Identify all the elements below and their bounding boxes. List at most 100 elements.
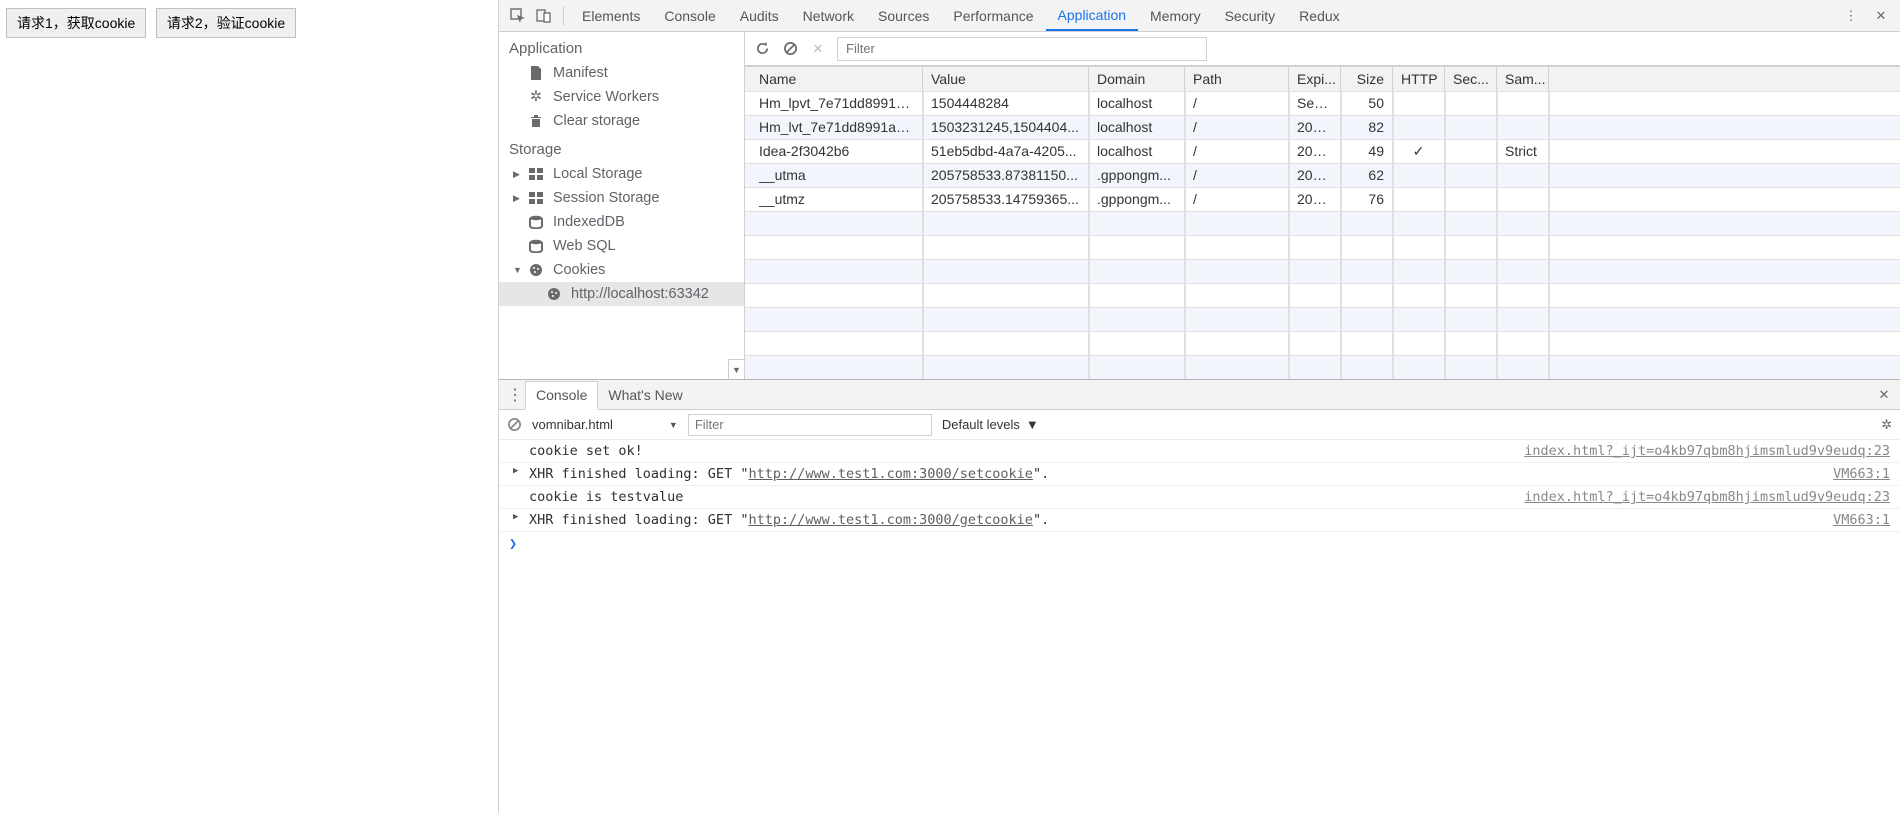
drawer-tabbar: ⋮ Console What's New ✕: [499, 380, 1900, 410]
table-row[interactable]: Idea-2f3042b651eb5dbd-4a7a-4205...localh…: [745, 140, 1900, 164]
request1-button[interactable]: 请求1，获取cookie: [6, 8, 146, 38]
console-prompt[interactable]: ❯: [499, 532, 1900, 556]
table-row[interactable]: __utmz205758533.14759365....gppongm.../2…: [745, 188, 1900, 212]
console-message: ▶XHR finished loading: GET "http://www.t…: [529, 466, 1821, 482]
close-devtools-icon[interactable]: ✕: [1868, 3, 1894, 29]
column-header[interactable]: Path: [1185, 67, 1289, 91]
sidebar-item-clear-storage[interactable]: Clear storage: [499, 109, 744, 133]
table-row[interactable]: Hm_lvt_7e71dd8991a7...1503231245,1504404…: [745, 116, 1900, 140]
devtools-panel: ElementsConsoleAuditsNetworkSourcesPerfo…: [498, 0, 1900, 813]
column-header[interactable]: HTTP: [1393, 67, 1445, 91]
console-context-selector[interactable]: vomnibar.html ▼: [532, 417, 678, 432]
tab-redux[interactable]: Redux: [1287, 0, 1351, 31]
column-header[interactable]: Expi...: [1289, 67, 1341, 91]
column-header[interactable]: Name: [745, 67, 923, 91]
cell-same: [1497, 188, 1549, 211]
more-menu-icon[interactable]: ⋮: [1838, 3, 1864, 29]
drawer-close-icon[interactable]: ✕: [1874, 387, 1894, 403]
tab-elements[interactable]: Elements: [570, 0, 652, 31]
tab-performance[interactable]: Performance: [941, 0, 1045, 31]
cell-same: [1497, 116, 1549, 139]
sidebar-item-websql[interactable]: Web SQL: [499, 234, 744, 258]
device-toggle-icon[interactable]: [531, 3, 557, 29]
cell-name: __utmz: [745, 188, 923, 211]
cell-domain: .gppongm...: [1089, 164, 1185, 187]
scroll-indicator-icon[interactable]: ▼: [728, 359, 744, 379]
tab-sources[interactable]: Sources: [866, 0, 941, 31]
cell-exp: Sess...: [1289, 92, 1341, 115]
console-settings-icon[interactable]: ✲: [1881, 417, 1892, 433]
sidebar-item-cookies[interactable]: ▼ Cookies: [499, 258, 744, 282]
cell-same: [1497, 164, 1549, 187]
console-filter-input[interactable]: [688, 414, 932, 436]
chevron-right-icon: ▶: [513, 193, 525, 204]
refresh-icon[interactable]: [753, 40, 771, 58]
console-message: ▶XHR finished loading: GET "http://www.t…: [529, 512, 1821, 528]
clear-icon[interactable]: [781, 40, 799, 58]
sidebar-item-label: http://localhost:63342: [571, 286, 709, 302]
console-source-link[interactable]: VM663:1: [1833, 512, 1890, 528]
cell-value: 205758533.14759365...: [923, 188, 1089, 211]
chevron-down-icon: ▼: [1026, 417, 1039, 432]
tab-application[interactable]: Application: [1046, 0, 1139, 31]
column-header[interactable]: Domain: [1089, 67, 1185, 91]
sidebar-item-local-storage[interactable]: ▶ Local Storage: [499, 162, 744, 186]
table-row[interactable]: __utma205758533.87381150....gppongm.../2…: [745, 164, 1900, 188]
delete-icon[interactable]: ✕: [809, 40, 827, 58]
cell-exp: 201...: [1289, 164, 1341, 187]
table-row-empty: [745, 236, 1900, 260]
column-header[interactable]: Size: [1341, 67, 1393, 91]
column-header[interactable]: Sec...: [1445, 67, 1497, 91]
sidebar-item-label: Local Storage: [553, 166, 642, 182]
drawer-tab-console[interactable]: Console: [525, 381, 598, 410]
inspect-element-icon[interactable]: [505, 3, 531, 29]
sidebar-item-label: Session Storage: [553, 190, 659, 206]
cell-sec: [1445, 164, 1497, 187]
cookies-filter-input[interactable]: [837, 37, 1207, 61]
sidebar-item-service-workers[interactable]: ✲ Service Workers: [499, 85, 744, 109]
table-row-empty: [745, 356, 1900, 379]
database-icon: [527, 215, 545, 229]
table-row-empty: [745, 260, 1900, 284]
cell-name: Hm_lpvt_7e71dd8991a...: [745, 92, 923, 115]
request2-button[interactable]: 请求2，验证cookie: [156, 8, 296, 38]
storage-icon: [527, 192, 545, 204]
sidebar-item-label: Manifest: [553, 65, 608, 81]
column-header[interactable]: Value: [923, 67, 1089, 91]
cell-value: 1503231245,1504404...: [923, 116, 1089, 139]
console-drawer: ⋮ Console What's New ✕ vomnibar.html ▼ D…: [499, 379, 1900, 813]
console-line: cookie set ok! index.html?_ijt=o4kb97qbm8…: [499, 440, 1900, 463]
xhr-url-link[interactable]: http://www.test1.com:3000/setcookie: [748, 466, 1032, 482]
tab-network[interactable]: Network: [791, 0, 866, 31]
cell-value: 205758533.87381150...: [923, 164, 1089, 187]
console-source-link[interactable]: index.html?_ijt=o4kb97qbm8hjimsmlud9v9eu…: [1524, 443, 1890, 459]
cell-value: 1504448284: [923, 92, 1089, 115]
xhr-url-link[interactable]: http://www.test1.com:3000/getcookie: [748, 512, 1032, 528]
drawer-tab-whatsnew[interactable]: What's New: [598, 380, 692, 409]
page-content: 请求1，获取cookie 请求2，验证cookie: [0, 0, 498, 813]
sidebar-item-indexeddb[interactable]: IndexedDB: [499, 210, 744, 234]
tab-memory[interactable]: Memory: [1138, 0, 1213, 31]
cell-size: 62: [1341, 164, 1393, 187]
cell-path: /: [1185, 164, 1289, 187]
tab-console[interactable]: Console: [652, 0, 727, 31]
console-message: cookie set ok!: [529, 443, 1512, 459]
cookie-icon: [545, 287, 563, 301]
tab-security[interactable]: Security: [1213, 0, 1288, 31]
console-toolbar: vomnibar.html ▼ Default levels ▼ ✲: [499, 410, 1900, 440]
clear-console-icon[interactable]: [507, 417, 522, 432]
console-source-link[interactable]: VM663:1: [1833, 466, 1890, 482]
sidebar-item-label: Service Workers: [553, 89, 659, 105]
log-levels-label: Default levels: [942, 417, 1020, 432]
cell-exp: 201...: [1289, 116, 1341, 139]
console-source-link[interactable]: index.html?_ijt=o4kb97qbm8hjimsmlud9v9eu…: [1524, 489, 1890, 505]
log-levels-selector[interactable]: Default levels ▼: [942, 417, 1039, 432]
drawer-menu-icon[interactable]: ⋮: [505, 385, 525, 405]
column-header[interactable]: Sam...: [1497, 67, 1549, 91]
tab-audits[interactable]: Audits: [728, 0, 791, 31]
sidebar-item-label: Cookies: [553, 262, 605, 278]
sidebar-item-session-storage[interactable]: ▶ Session Storage: [499, 186, 744, 210]
sidebar-cookie-origin[interactable]: http://localhost:63342: [499, 282, 744, 306]
sidebar-item-manifest[interactable]: Manifest: [499, 61, 744, 85]
table-row[interactable]: Hm_lpvt_7e71dd8991a...1504448284localhos…: [745, 92, 1900, 116]
